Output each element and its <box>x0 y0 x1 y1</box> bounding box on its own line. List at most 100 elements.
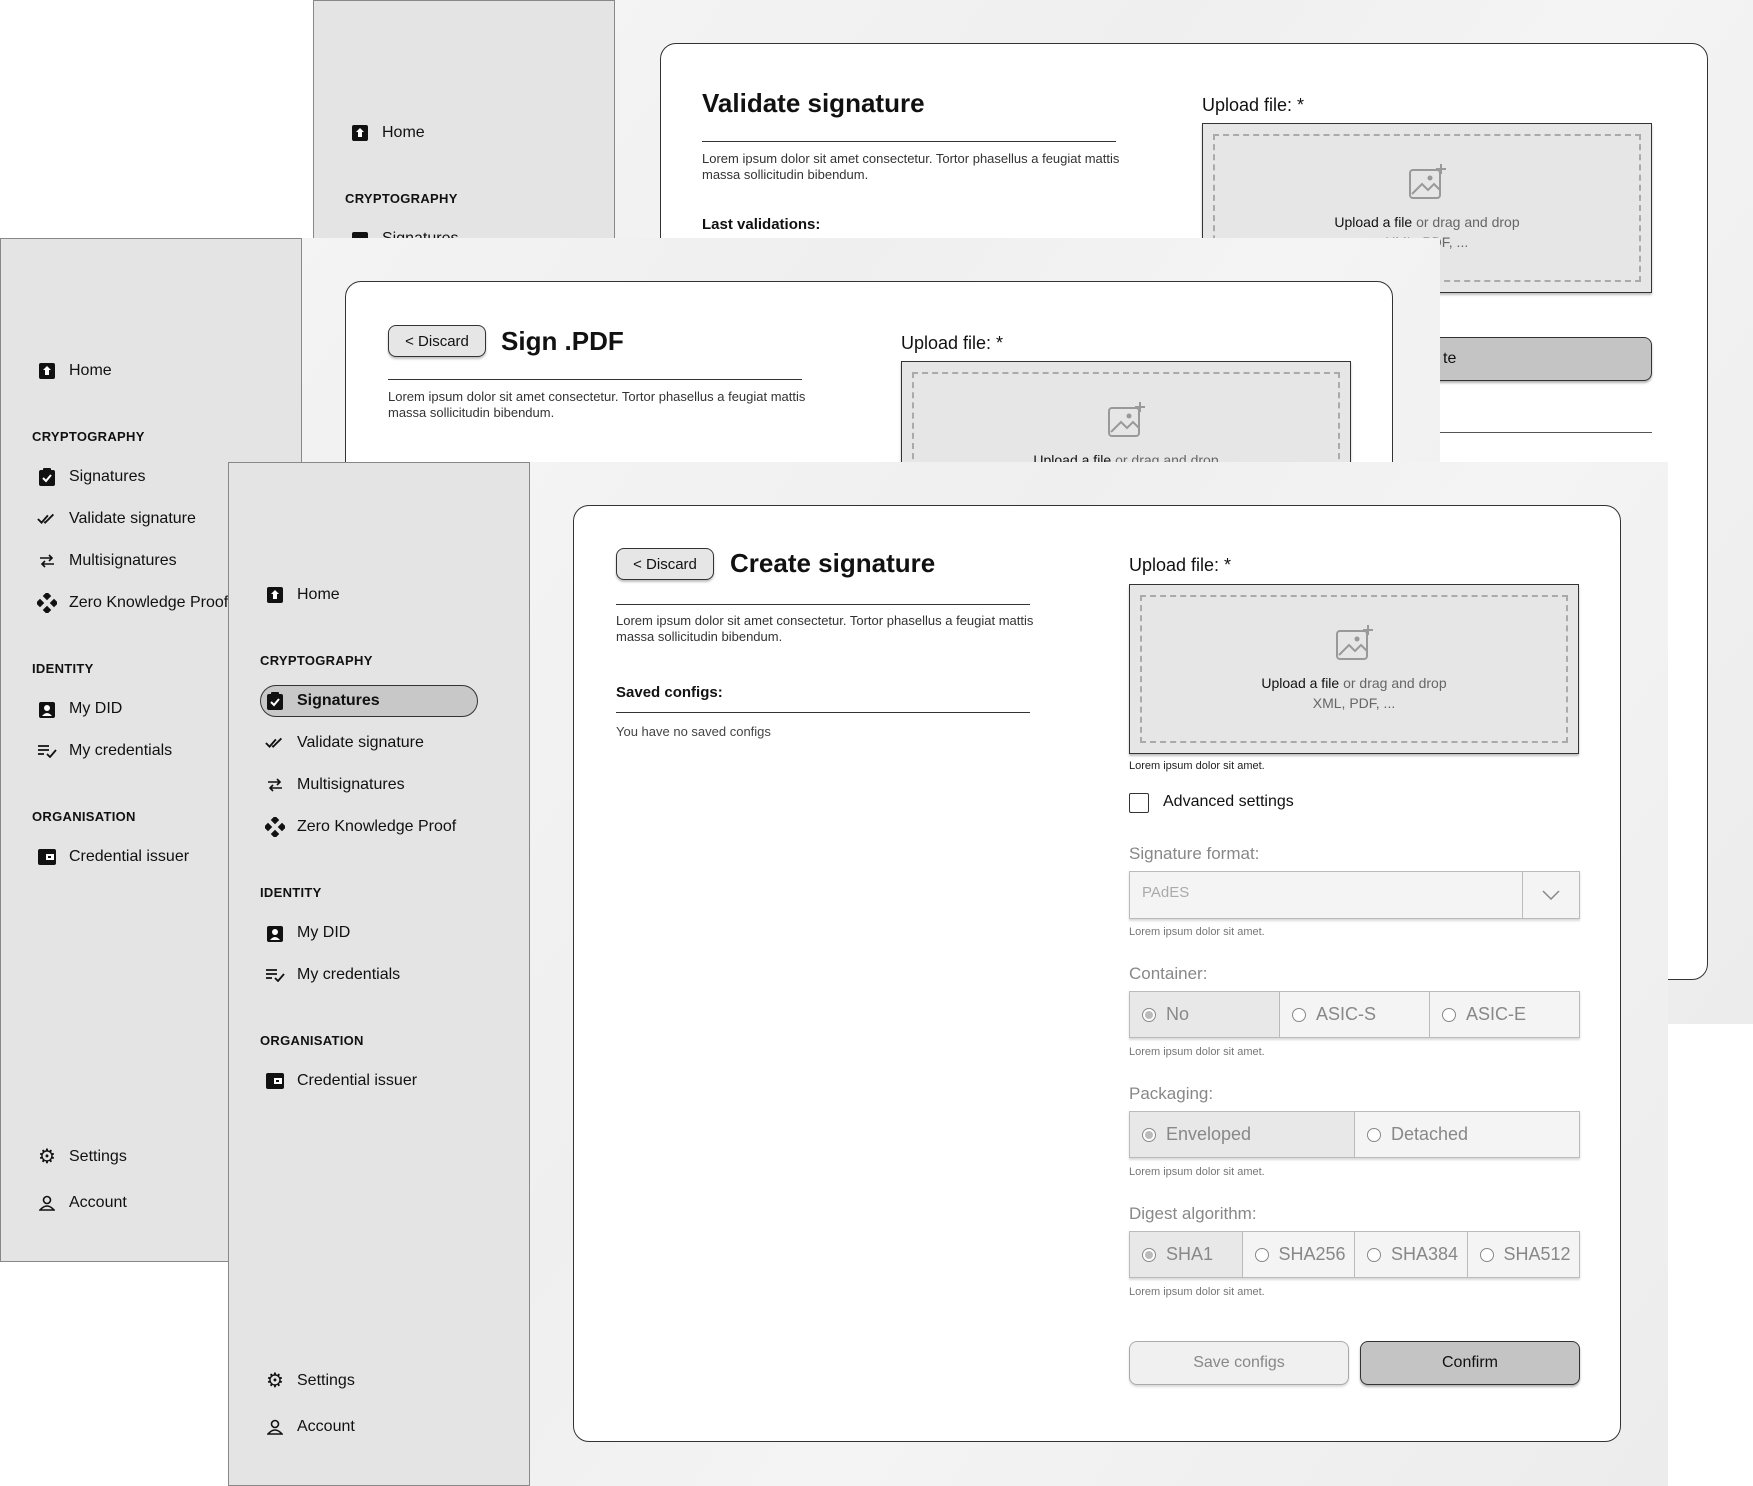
page-title: Validate signature <box>702 88 925 118</box>
sidebar-item-zero-knowledge-proof[interactable]: Zero Knowledge Proof <box>37 587 228 619</box>
sidebar-item-zero-knowledge-proof[interactable]: Zero Knowledge Proof <box>265 811 456 843</box>
sidebar-item-label: Settings <box>297 1372 355 1389</box>
no-saved-configs-text: You have no saved configs <box>616 724 771 739</box>
radio-selected <box>1142 1007 1156 1022</box>
diamond-nodes-icon <box>265 817 285 837</box>
sidebar-item-home[interactable]: Home <box>265 579 340 611</box>
advanced-settings-checkbox[interactable] <box>1129 793 1149 813</box>
user-icon <box>265 1419 285 1435</box>
radio <box>1479 1247 1494 1262</box>
sidebar-item-settings[interactable]: ⚙ Settings <box>37 1141 127 1173</box>
sidebar-item-home[interactable]: Home <box>350 117 425 149</box>
radio <box>1442 1007 1456 1022</box>
sidebar-item-multisignatures[interactable]: Multisignatures <box>265 769 405 801</box>
sidebar-item-credential-issuer[interactable]: Credential issuer <box>37 841 189 873</box>
id-badge-icon <box>265 924 285 942</box>
sidebar-item-label: Home <box>297 586 340 603</box>
signature-format-label: Signature format: <box>1129 844 1260 863</box>
packaging-option-enveloped[interactable]: Enveloped <box>1130 1112 1355 1157</box>
chevron-down-icon <box>1522 872 1579 918</box>
page-description: Lorem ipsum dolor sit amet consectetur. … <box>616 613 1034 644</box>
container-option-asic-e[interactable]: ASIC-E <box>1430 992 1579 1037</box>
sidebar-item-validate-signature[interactable]: Validate signature <box>265 727 424 759</box>
sidebar-item-account[interactable]: Account <box>265 1411 355 1443</box>
upload-link[interactable]: Upload a file <box>1334 214 1412 230</box>
sidebar-item-label: Multisignatures <box>69 552 177 569</box>
last-validations-label: Last validations: <box>702 216 821 233</box>
divider <box>616 604 1030 605</box>
gear-icon: ⚙ <box>38 1146 56 1168</box>
packaging-label: Packaging: <box>1129 1084 1214 1103</box>
section-cryptography: CRYPTOGRAPHY <box>260 653 373 668</box>
section-cryptography: CRYPTOGRAPHY <box>32 429 145 444</box>
sidebar-item-my-did[interactable]: My DID <box>37 693 122 725</box>
sidebar-item-my-credentials[interactable]: My credentials <box>37 735 172 767</box>
upload-link[interactable]: Upload a file <box>1261 675 1339 691</box>
sidebar-item-label: Multisignatures <box>297 776 405 793</box>
digest-option-sha1[interactable]: SHA1 <box>1130 1232 1243 1277</box>
radio-selected <box>1142 1247 1156 1262</box>
gear-icon: ⚙ <box>266 1370 284 1392</box>
page-title: Create signature <box>730 548 936 578</box>
radio <box>1292 1007 1306 1022</box>
sidebar-item-credential-issuer[interactable]: Credential issuer <box>265 1065 417 1097</box>
divider <box>388 379 802 380</box>
home-icon <box>37 363 57 379</box>
container-option-no[interactable]: No <box>1130 992 1280 1037</box>
packaging-option-detached[interactable]: Detached <box>1355 1112 1579 1157</box>
sidebar-item-validate-signature[interactable]: Validate signature <box>37 503 196 535</box>
sidebar-item-my-credentials[interactable]: My credentials <box>265 959 400 991</box>
wallet-icon <box>265 1073 285 1089</box>
sidebar-item-label: Settings <box>69 1148 127 1165</box>
sidebar: Home CRYPTOGRAPHY Signatures Validate si… <box>228 462 530 1486</box>
digest-option-sha384[interactable]: SHA384 <box>1355 1232 1468 1277</box>
upload-dropzone[interactable]: Upload a file or drag and drop XML, PDF,… <box>1129 584 1579 754</box>
sidebar-item-label: Home <box>382 124 425 141</box>
sidebar-item-label: Validate signature <box>297 734 424 751</box>
digest-option-sha512[interactable]: SHA512 <box>1468 1232 1580 1277</box>
page-description: Lorem ipsum dolor sit amet consectetur. … <box>388 389 806 420</box>
sidebar-item-label: Zero Knowledge Proof <box>69 594 229 611</box>
sidebar-item-my-did[interactable]: My DID <box>265 917 350 949</box>
radio <box>1367 1247 1381 1262</box>
sidebar-item-label: My DID <box>297 924 351 941</box>
container-radio-group: No ASIC-S ASIC-E <box>1129 991 1580 1038</box>
radio <box>1254 1247 1269 1262</box>
sidebar-item-label: My credentials <box>69 742 173 759</box>
diamond-nodes-icon <box>37 593 57 613</box>
id-badge-icon <box>37 700 57 718</box>
sidebar-item-home[interactable]: Home <box>37 355 112 387</box>
upload-formats: XML, PDF, ... <box>1312 695 1396 711</box>
list-check-icon <box>37 744 57 758</box>
wallet-icon <box>37 849 57 865</box>
sidebar-item-label: Home <box>69 362 112 379</box>
sidebar-item-account[interactable]: Account <box>37 1187 127 1219</box>
arrows-swap-icon <box>265 778 285 792</box>
container-option-asic-s[interactable]: ASIC-S <box>1280 992 1430 1037</box>
sidebar-item-label: Validate signature <box>69 510 196 527</box>
sidebar-item-signatures[interactable]: Signatures <box>265 685 380 717</box>
sidebar-item-label: Signatures <box>297 692 380 709</box>
sidebar-item-settings[interactable]: ⚙ Settings <box>265 1365 355 1397</box>
clipboard-check-icon <box>265 692 285 710</box>
image-add-icon <box>1107 402 1145 443</box>
clipboard-check-icon <box>37 468 57 486</box>
sidebar-item-signatures[interactable]: Signatures <box>37 461 146 493</box>
confirm-button[interactable]: Confirm <box>1360 1341 1580 1385</box>
discard-button[interactable]: < Discard <box>616 548 714 580</box>
sidebar-item-label: Account <box>297 1418 355 1435</box>
home-icon <box>265 587 285 603</box>
page-title: Sign .PDF <box>501 326 624 356</box>
digest-algorithm-radio-group: SHA1 SHA256 SHA384 SHA512 <box>1129 1231 1580 1278</box>
save-configs-button[interactable]: Save configs <box>1129 1341 1349 1385</box>
create-signature-card: < Discard Create signature Lorem ipsum d… <box>573 505 1621 1442</box>
sidebar-item-label: Account <box>69 1194 127 1211</box>
sidebar-item-multisignatures[interactable]: Multisignatures <box>37 545 177 577</box>
discard-button[interactable]: < Discard <box>388 325 486 357</box>
digest-option-sha256[interactable]: SHA256 <box>1243 1232 1355 1277</box>
signature-format-select[interactable]: PAdES <box>1129 871 1580 919</box>
upload-label: Upload file: * <box>901 333 1004 353</box>
sidebar-item-label: My credentials <box>297 966 401 983</box>
radio <box>1367 1127 1381 1142</box>
section-organisation: ORGANISATION <box>32 809 136 824</box>
